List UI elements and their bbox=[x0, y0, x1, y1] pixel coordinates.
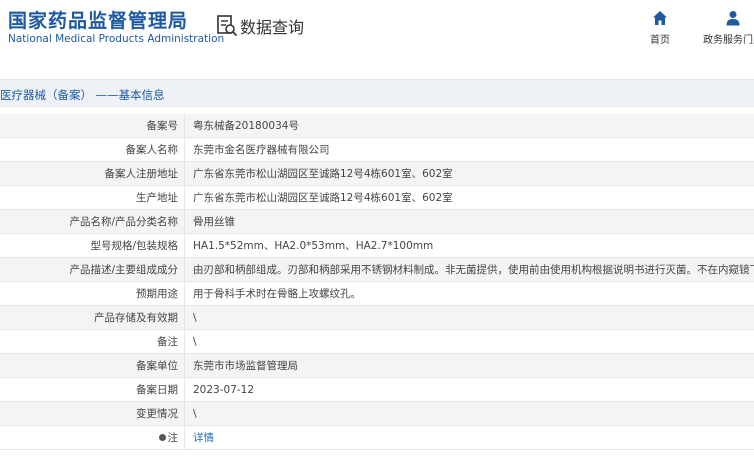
breadcrumb: 医疗器械（备案） ——基本信息 bbox=[0, 88, 165, 102]
table-row: 备注 \ bbox=[0, 330, 754, 354]
breadcrumb-bar: 医疗器械（备案） ——基本信息 bbox=[0, 79, 754, 107]
field-label: 备案日期 bbox=[0, 378, 185, 401]
field-value: 2023-07-12 bbox=[193, 384, 255, 396]
site-logo-english[interactable]: National Medical Products Administration bbox=[8, 33, 224, 45]
field-value: 东莞市市场监督管理局 bbox=[193, 360, 298, 372]
table-row: 产品名称/产品分类名称 骨用丝锥 bbox=[0, 210, 754, 234]
field-value: 由刃部和柄部组成。刃部和柄部采用不锈钢材料制成。非无菌提供，使用前由使用机构根据… bbox=[193, 264, 754, 276]
detail-table: 备案号 粤东械备20180034号 备案人名称 东莞市金名医疗器械有限公司 备案… bbox=[0, 114, 754, 450]
field-value: HA1.5*52mm、HA2.0*53mm、HA2.7*100mm bbox=[193, 240, 434, 252]
field-label: 备案号 bbox=[0, 114, 185, 137]
details-link[interactable]: 详情 bbox=[185, 426, 754, 449]
field-label: 产品存储及有效期 bbox=[0, 306, 185, 329]
field-label: 备案人名称 bbox=[0, 138, 185, 161]
field-value: 用于骨科手术时在骨骼上攻螺纹孔。 bbox=[193, 288, 361, 300]
field-label: 变更情况 bbox=[0, 402, 185, 425]
nav-home-label: 首页 bbox=[650, 35, 670, 46]
field-value: 广东省东莞市松山湖园区至诚路12号4栋601室、602室 bbox=[193, 192, 453, 204]
table-row: 备案号 粤东械备20180034号 bbox=[0, 114, 754, 138]
table-row: 备案人名称 东莞市金名医疗器械有限公司 bbox=[0, 138, 754, 162]
table-row: 型号规格/包装规格 HA1.5*52mm、HA2.0*53mm、HA2.7*10… bbox=[0, 234, 754, 258]
table-row: 变更情况 \ bbox=[0, 402, 754, 426]
field-label: 型号规格/包装规格 bbox=[0, 234, 185, 257]
table-row: 产品描述/主要组成成分 由刃部和柄部组成。刃部和柄部采用不锈钢材料制成。非无菌提… bbox=[0, 258, 754, 282]
table-row: 预期用途 用于骨科手术时在骨骼上攻螺纹孔。 bbox=[0, 282, 754, 306]
table-row: 产品存储及有效期 \ bbox=[0, 306, 754, 330]
table-row: 注 详情 bbox=[0, 426, 754, 450]
lightbulb-icon bbox=[158, 433, 166, 441]
nav-service-portal[interactable]: 政务服务门户 bbox=[703, 10, 754, 46]
field-value: \ bbox=[193, 408, 197, 420]
field-label: 产品描述/主要组成成分 bbox=[0, 258, 185, 281]
field-label: 备注 bbox=[0, 330, 185, 353]
field-value: \ bbox=[193, 312, 197, 324]
field-value: 粤东械备20180034号 bbox=[193, 120, 299, 132]
field-label: 产品名称/产品分类名称 bbox=[0, 210, 185, 233]
table-row: 备案单位 东莞市市场监督管理局 bbox=[0, 354, 754, 378]
field-value: 广东省东莞市松山湖园区至诚路12号4栋601室、602室 bbox=[193, 168, 453, 180]
field-label: 备案人注册地址 bbox=[0, 162, 185, 185]
site-logo-chinese[interactable]: 国家药品监督管理局 bbox=[8, 6, 188, 33]
site-header: 国家药品监督管理局 National Medical Products Admi… bbox=[0, 0, 754, 66]
data-query-link[interactable]: 数据查询 bbox=[216, 14, 304, 38]
search-document-icon bbox=[217, 15, 238, 37]
nav-service-label: 政务服务门户 bbox=[703, 35, 754, 46]
field-value: 东莞市金名医疗器械有限公司 bbox=[193, 144, 330, 156]
table-row: 备案人注册地址 广东省东莞市松山湖园区至诚路12号4栋601室、602室 bbox=[0, 162, 754, 186]
field-value: 骨用丝锥 bbox=[193, 216, 235, 228]
home-icon bbox=[653, 11, 667, 25]
field-label: 预期用途 bbox=[0, 282, 185, 305]
nav-home[interactable]: 首页 bbox=[650, 10, 670, 46]
field-value: \ bbox=[193, 336, 197, 348]
table-row: 备案日期 2023-07-12 bbox=[0, 378, 754, 402]
field-label: 备案单位 bbox=[0, 354, 185, 377]
field-label: 注 bbox=[167, 432, 179, 444]
data-query-label: 数据查询 bbox=[240, 18, 305, 37]
user-icon bbox=[726, 11, 740, 26]
field-label: 生产地址 bbox=[0, 186, 185, 209]
note-label-cell: 注 bbox=[0, 426, 185, 449]
table-row: 生产地址 广东省东莞市松山湖园区至诚路12号4栋601室、602室 bbox=[0, 186, 754, 210]
